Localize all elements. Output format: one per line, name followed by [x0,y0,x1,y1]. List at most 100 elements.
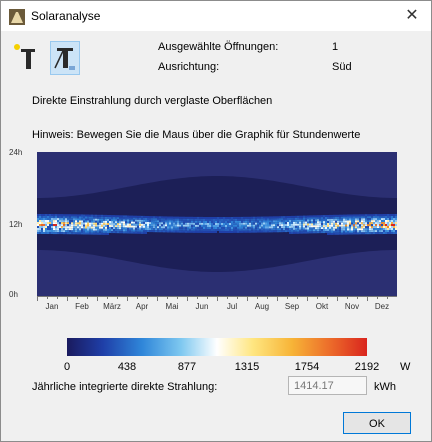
heat-cell [213,231,215,233]
heat-cell [315,225,317,228]
heat-cell [339,232,341,235]
heat-cell [297,215,299,218]
heat-cell [377,216,379,219]
heat-cell [345,216,347,219]
heat-cell [327,229,329,231]
heat-cell [323,229,325,232]
heat-cell [393,228,395,230]
heat-cell [337,214,339,217]
heat-cell [273,226,275,229]
heat-cell [259,216,261,219]
heat-cell [333,218,335,221]
heat-cell [135,219,137,222]
heat-cell [265,224,267,227]
heat-cell [169,216,171,219]
heat-cell [299,227,301,230]
heat-cell [183,218,185,221]
heat-cell [139,221,141,224]
heat-cell [223,225,225,227]
heat-cell [99,216,101,219]
heat-cell [255,216,257,219]
heat-cell [351,224,353,227]
heat-cell [261,228,263,231]
heat-cell [189,230,191,233]
heat-cell [353,216,355,219]
heat-cell [185,224,187,227]
heat-cell [335,222,337,225]
heat-cell [109,219,111,221]
heat-cell [337,232,339,235]
heat-cell [391,230,393,232]
heat-cell [269,218,271,221]
heat-cell [347,216,349,219]
heat-cell [203,225,205,227]
heat-cell [315,219,317,222]
ok-button[interactable]: OK [343,412,411,434]
heat-cell [135,231,137,234]
heat-cell [131,217,133,220]
heat-cell [131,215,133,218]
heat-cell [303,225,305,228]
heat-cell [57,226,59,229]
heat-cell [85,220,87,223]
shadow-opening-button[interactable] [50,41,80,75]
heat-cell [195,216,197,219]
heat-cell [83,230,85,233]
heat-cell [361,216,363,219]
heat-cell [229,223,231,225]
heat-cell [389,230,391,232]
heat-cell [339,220,341,223]
heat-cell [309,221,311,224]
heat-cell [293,221,295,224]
heat-cell [219,231,221,233]
heat-cell [283,224,285,227]
heat-cell [391,216,393,218]
heat-cell [347,232,349,235]
heat-cell [153,222,155,225]
heat-cell [311,215,313,218]
heat-cell [215,217,217,219]
heat-cell [385,230,387,232]
heat-cell [177,224,179,227]
sun-opening-icon[interactable] [13,41,41,73]
heat-cell [337,216,339,219]
heat-cell [101,216,103,219]
annual-value-field[interactable]: 1414.17 [288,376,367,395]
heat-cell [271,222,273,225]
heat-cell [91,218,93,221]
heat-cell [161,220,163,223]
heat-cell [97,230,99,233]
heat-cell [163,220,165,223]
heat-cell [49,214,51,216]
heat-cell [143,221,145,224]
heat-cell [367,214,369,217]
irradiation-heatmap[interactable] [37,152,397,296]
heat-cell [185,230,187,233]
heat-cell [287,228,289,230]
heat-cell [289,220,291,222]
heat-cell [169,230,171,233]
heat-cell [271,224,273,227]
heat-cell [157,230,159,233]
heat-cell [133,223,135,226]
heat-cell [355,220,357,223]
heat-cell [65,232,67,235]
heat-cell [129,219,131,222]
heat-cell [377,222,379,225]
heat-cell [173,220,175,223]
heat-cell [71,226,73,229]
heat-cell [133,225,135,228]
heat-cell [157,220,159,223]
heat-cell [95,220,97,223]
heat-cell [113,217,115,220]
heat-cell [95,228,97,231]
heat-cell [355,224,357,227]
heat-cell [55,222,57,225]
heat-cell [87,226,89,229]
heat-cell [347,228,349,231]
app-icon [9,9,25,25]
heat-cell [61,232,63,235]
heat-cell [223,227,225,229]
close-button[interactable]: ✕ [397,4,427,28]
heat-cell [201,222,203,225]
